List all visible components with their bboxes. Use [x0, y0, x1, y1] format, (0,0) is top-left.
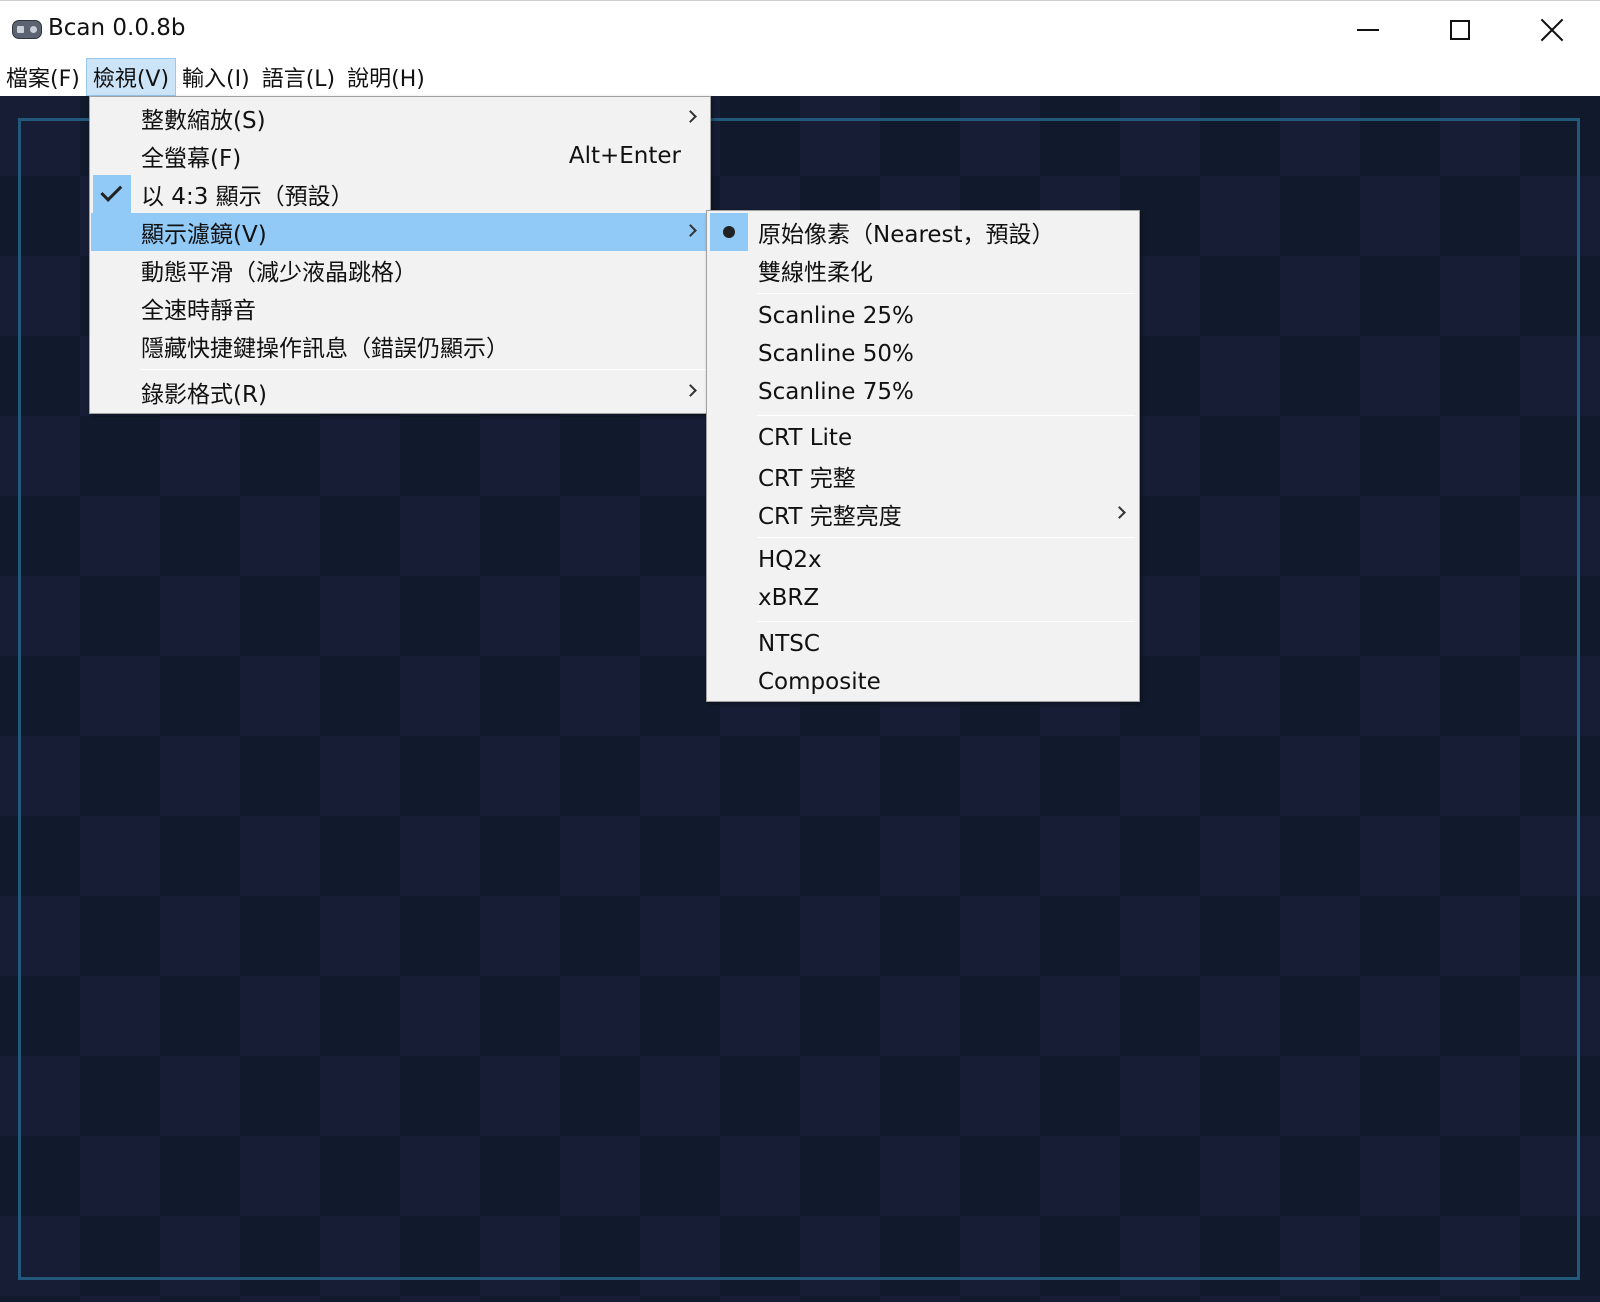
menu-item-fullscreen[interactable]: 全螢幕(F) Alt+Enter — [91, 137, 709, 175]
menu-file[interactable]: 檔案(F) — [0, 58, 86, 96]
view-menu: 整數縮放(S) 全螢幕(F) Alt+Enter 以 4:3 顯示（預設） 顯示… — [89, 96, 711, 414]
menu-separator — [140, 369, 706, 370]
menu-item-label: 錄影格式(R) — [141, 382, 267, 408]
menu-item-mute-fullspeed[interactable]: 全速時靜音 — [91, 289, 709, 327]
menu-bar: 檔案(F) 檢視(V) 輸入(I) 語言(L) 說明(H) — [0, 58, 1600, 96]
menu-item-integer-scale[interactable]: 整數縮放(S) — [91, 99, 709, 137]
filter-item-crt-full[interactable]: CRT 完整 — [708, 457, 1138, 495]
menu-item-label: Scanline 25% — [758, 303, 914, 329]
menu-help[interactable]: 說明(H) — [341, 58, 431, 96]
menu-input[interactable]: 輸入(I) — [176, 58, 256, 96]
filter-item-crt-full-brightness[interactable]: CRT 完整亮度 — [708, 495, 1138, 533]
filter-item-scanline-50[interactable]: Scanline 50% — [708, 335, 1138, 373]
menu-separator — [757, 621, 1135, 622]
filter-item-composite[interactable]: Composite — [708, 663, 1138, 701]
menu-separator — [757, 293, 1135, 294]
gamepad-icon — [12, 20, 42, 39]
checkmark-icon — [93, 175, 131, 213]
menu-item-aspect-4-3[interactable]: 以 4:3 顯示（預設） — [91, 175, 709, 213]
window-title: Bcan 0.0.8b — [48, 15, 186, 41]
minimize-icon — [1357, 29, 1379, 31]
menu-language[interactable]: 語言(L) — [256, 58, 341, 96]
chevron-right-icon — [684, 384, 697, 397]
app-window: Bcan 0.0.8b 檔案(F) 檢視(V) 輸入(I) 語言(L) 說明(H… — [0, 0, 1600, 1302]
filter-item-nearest[interactable]: 原始像素（Nearest，預設） — [708, 213, 1138, 251]
filter-item-hq2x[interactable]: HQ2x — [708, 541, 1138, 579]
filter-item-ntsc[interactable]: NTSC — [708, 625, 1138, 663]
menu-separator — [757, 537, 1135, 538]
radio-selected-icon — [710, 213, 748, 251]
menu-item-label: Scanline 75% — [758, 379, 914, 405]
menu-item-label: NTSC — [758, 631, 820, 657]
menu-item-label: 雙線性柔化 — [758, 260, 873, 286]
chevron-right-icon — [684, 224, 697, 237]
maximize-icon — [1450, 20, 1470, 40]
menu-item-label: 全速時靜音 — [141, 298, 256, 324]
filter-item-scanline-25[interactable]: Scanline 25% — [708, 297, 1138, 335]
menu-item-label: CRT Lite — [758, 425, 853, 451]
display-filter-submenu: 原始像素（Nearest，預設） 雙線性柔化 Scanline 25% Scan… — [706, 210, 1140, 702]
menu-item-display-filter[interactable]: 顯示濾鏡(V) — [91, 213, 709, 251]
menu-item-label: xBRZ — [758, 585, 820, 611]
menu-item-label: Composite — [758, 669, 881, 695]
menu-view[interactable]: 檢視(V) — [85, 58, 177, 96]
close-icon — [1540, 18, 1564, 42]
filter-item-crt-lite[interactable]: CRT Lite — [708, 419, 1138, 457]
title-bar[interactable]: Bcan 0.0.8b — [0, 0, 1600, 58]
menu-item-label: 全螢幕(F) — [141, 146, 242, 172]
shortcut-label: Alt+Enter — [568, 143, 681, 169]
menu-item-label: 原始像素（Nearest，預設） — [758, 222, 1055, 248]
chevron-right-icon — [684, 110, 697, 123]
menu-item-motion-smoothing[interactable]: 動態平滑（減少液晶跳格） — [91, 251, 709, 289]
menu-item-label: 以 4:3 顯示（預設） — [141, 184, 354, 210]
menu-item-label: 隱藏快捷鍵操作訊息（錯誤仍顯示） — [141, 336, 509, 362]
menu-item-label: 動態平滑（減少液晶跳格） — [141, 260, 417, 286]
filter-item-bilinear[interactable]: 雙線性柔化 — [708, 251, 1138, 289]
maximize-button[interactable] — [1414, 1, 1506, 59]
filter-item-scanline-75[interactable]: Scanline 75% — [708, 373, 1138, 411]
menu-item-label: Scanline 50% — [758, 341, 914, 367]
menu-item-label: 整數縮放(S) — [141, 108, 266, 134]
menu-item-label: CRT 完整亮度 — [758, 504, 902, 530]
menu-item-label: HQ2x — [758, 547, 822, 573]
chevron-right-icon — [1113, 506, 1126, 519]
menu-item-recording-format[interactable]: 錄影格式(R) — [91, 373, 709, 411]
filter-item-xbrz[interactable]: xBRZ — [708, 579, 1138, 617]
minimize-button[interactable] — [1322, 1, 1414, 59]
menu-item-hide-hotkey-messages[interactable]: 隱藏快捷鍵操作訊息（錯誤仍顯示） — [91, 327, 709, 365]
close-button[interactable] — [1506, 1, 1598, 59]
menu-item-label: CRT 完整 — [758, 466, 856, 492]
menu-item-label: 顯示濾鏡(V) — [141, 222, 267, 248]
menu-separator — [757, 415, 1135, 416]
